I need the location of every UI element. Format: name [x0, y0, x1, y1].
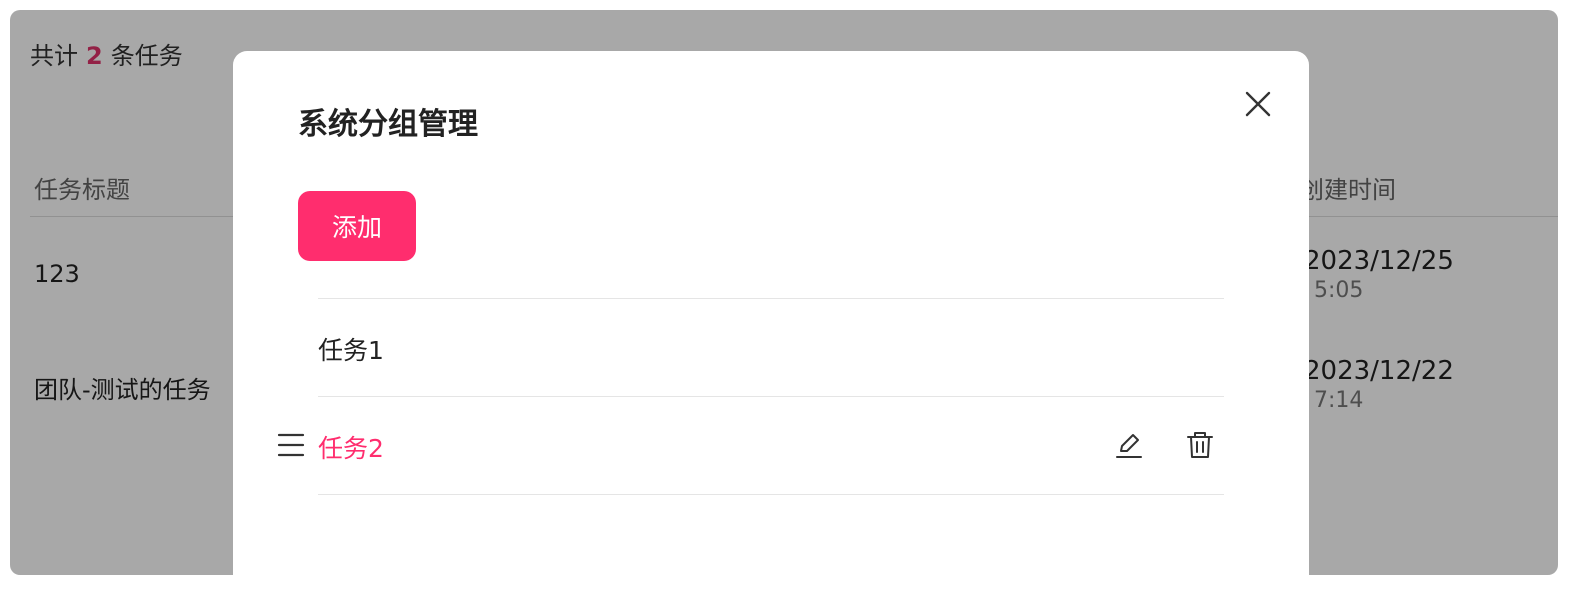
add-button[interactable]: 添加	[298, 191, 416, 261]
group-item[interactable]: 任务1	[318, 299, 1224, 397]
edit-button[interactable]	[1113, 429, 1145, 461]
group-item-label: 任务2	[318, 434, 384, 463]
page-frame: 共计 2 条任务 任务标题 创建时间 123 2023/12/25 5:05 团队-…	[10, 10, 1558, 575]
trash-icon	[1187, 432, 1213, 458]
delete-button[interactable]	[1184, 429, 1216, 461]
edit-icon	[1116, 434, 1142, 458]
dialog-title: 系统分组管理	[298, 107, 478, 142]
close-button[interactable]	[1239, 85, 1277, 123]
group-management-dialog: 系统分组管理 添加 任务1 任务2	[233, 51, 1309, 575]
group-item[interactable]: 任务2	[277, 397, 1224, 495]
close-icon	[1245, 91, 1271, 117]
drag-handle-icon[interactable]	[276, 430, 306, 460]
group-list: 任务1 任务2	[277, 298, 1224, 495]
group-item-label: 任务1	[318, 336, 384, 365]
